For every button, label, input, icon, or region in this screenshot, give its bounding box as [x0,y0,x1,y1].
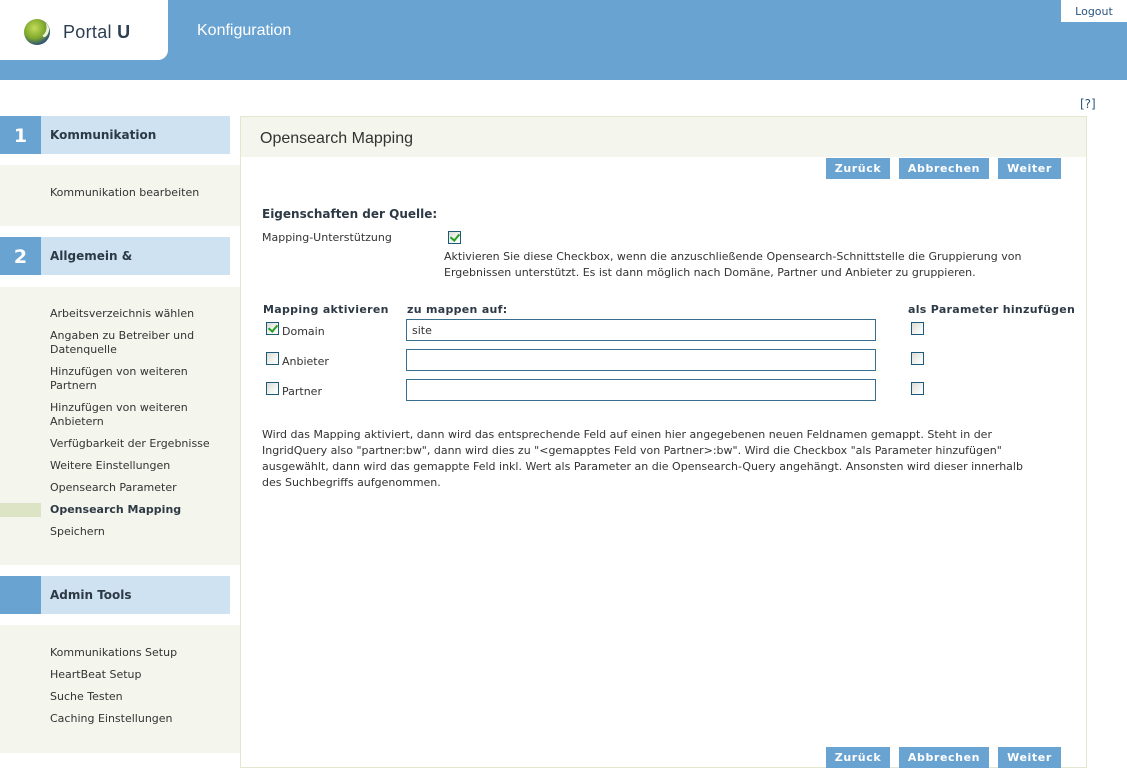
sidebar-section-body: Kommunikations Setup HeartBeat Setup Suc… [0,625,240,753]
logout-link[interactable]: Logout [1061,0,1127,22]
section-number: 1 [0,116,41,154]
back-button-top[interactable]: Zurück [826,158,890,179]
sidebar-item-kommunikations-setup[interactable]: Kommunikations Setup [50,646,230,660]
sidebar-item-opensearch-mapping[interactable]: Opensearch Mapping [50,503,230,517]
sidebar-item-kommunikation-bearbeiten[interactable]: Kommunikation bearbeiten [50,186,230,200]
mapping-support-description-line1: Aktivieren Sie diese Checkbox, wenn die … [444,250,1022,263]
header-bar: Portal U Konfiguration Logout [0,0,1127,80]
partner-as-param-checkbox[interactable] [911,382,924,395]
column-header-as-param: als Parameter hinzufügen [908,303,1076,316]
domain-label: Domain [282,325,325,338]
section-number [0,576,41,614]
explanation-line2: IngridQuery also "partner:bw", dann wird… [262,444,1002,457]
anbieter-as-param-checkbox[interactable] [911,352,924,365]
sidebar-item-opensearch-parameter[interactable]: Opensearch Parameter [50,481,230,495]
explanation-line1: Wird das Mapping aktiviert, dann wird da… [262,428,992,441]
logo-text: Portal U [63,22,130,43]
sidebar-section-body: Kommunikation bearbeiten [0,165,240,226]
partner-activate-checkbox[interactable] [266,382,279,395]
sidebar-item-weitere-einstellungen[interactable]: Weitere Einstellungen [50,459,230,473]
section-title: Kommunikation [50,128,157,142]
mapping-support-checkbox[interactable] [448,231,461,244]
app-title: Konfiguration [197,22,292,39]
active-item-marker [0,503,41,517]
sidebar-item-arbeitsverzeichnis[interactable]: Arbeitsverzeichnis wählen [50,307,230,321]
sidebar-item-partner[interactable]: Hinzufügen von weiteren Partnern [50,365,200,393]
panel-header: Opensearch Mapping [241,117,1086,157]
next-button-top[interactable]: Weiter [998,158,1061,179]
sidebar-item-verfuegbarkeit[interactable]: Verfügbarkeit der Ergebnisse [50,437,230,451]
logo[interactable]: Portal U [0,0,168,60]
anbieter-activate-checkbox[interactable] [266,352,279,365]
mapping-support-label: Mapping-Unterstützung [262,231,392,244]
source-properties-heading: Eigenschaften der Quelle: [262,207,438,221]
cancel-button-bottom[interactable]: Abbrechen [899,747,989,768]
back-button-bottom[interactable]: Zurück [826,747,890,768]
sidebar-item-suche-testen[interactable]: Suche Testen [50,690,230,704]
next-button-bottom[interactable]: Weiter [998,747,1061,768]
sidebar-item-heartbeat-setup[interactable]: HeartBeat Setup [50,668,230,682]
partner-label: Partner [282,385,322,398]
sidebar-section-body: Arbeitsverzeichnis wählen Angaben zu Bet… [0,287,240,565]
sidebar-item-caching-einstellungen[interactable]: Caching Einstellungen [50,712,230,726]
cancel-button-top[interactable]: Abbrechen [899,158,989,179]
anbieter-map-to-input[interactable] [406,349,876,371]
anbieter-label: Anbieter [282,355,329,368]
logo-text-main: Portal [63,22,112,42]
sidebar-item-betreiber[interactable]: Angaben zu Betreiber und Datenquelle [50,329,210,357]
column-header-map-to: zu mappen auf: [407,303,508,316]
portalu-logo-icon [24,19,50,45]
sidebar-section-admin-tools: Admin Tools [0,576,230,614]
section-number: 2 [0,237,41,275]
domain-as-param-checkbox[interactable] [911,322,924,335]
section-title: Admin Tools [50,588,132,602]
sidebar-section-kommunikation: 1 Kommunikation [0,116,230,154]
sidebar-item-speichern[interactable]: Speichern [50,525,230,539]
explanation-line3: ausgewählt, dann wird das gemappte Feld … [262,460,1023,473]
mapping-support-description-line2: Ergebnissen unterstützt. Es ist dann mög… [444,266,976,279]
sidebar-section-allgemein: 2 Allgemein & Datenmapping [0,237,230,302]
explanation-line4: des Suchbegriffs aufgenommen. [262,476,441,489]
partner-map-to-input[interactable] [406,379,876,401]
main-panel: Opensearch Mapping Zurück Abbrechen Weit… [240,116,1087,768]
domain-activate-checkbox[interactable] [266,322,279,335]
logo-text-bold: U [117,22,131,42]
column-header-activate: Mapping aktivieren [263,303,389,316]
help-link[interactable]: [?] [1080,97,1096,111]
domain-map-to-input[interactable] [406,319,876,341]
page-title: Opensearch Mapping [260,130,413,147]
sidebar-item-anbieter[interactable]: Hinzufügen von weiteren Anbietern [50,401,200,429]
